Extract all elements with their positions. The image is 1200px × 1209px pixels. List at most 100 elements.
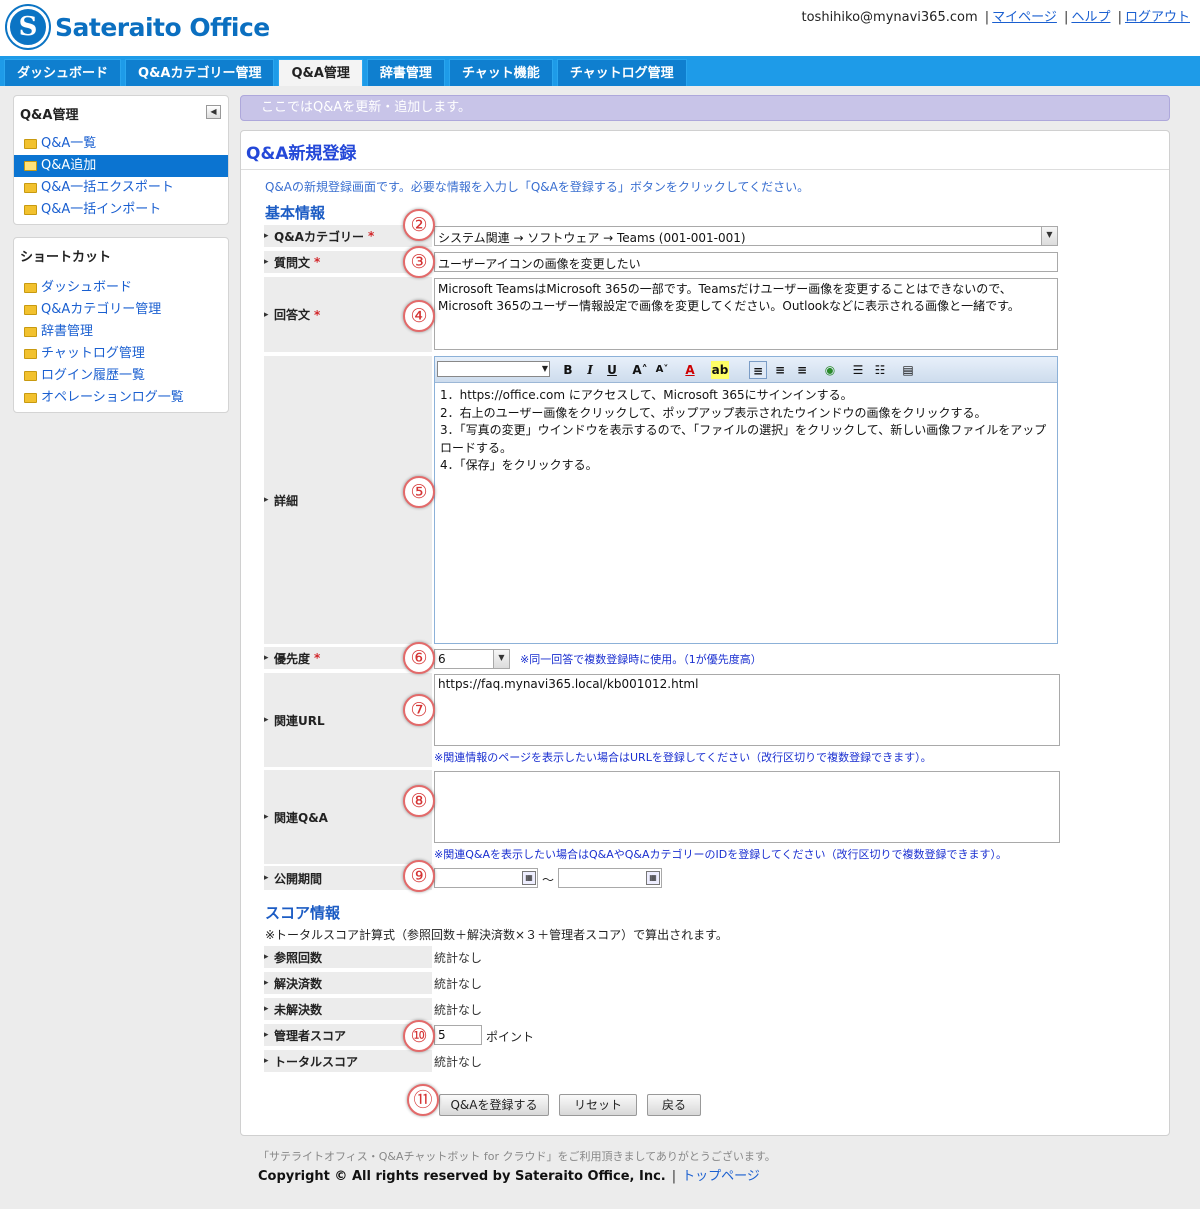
tab-dashboard[interactable]: ダッシュボード bbox=[4, 59, 122, 86]
score-value-views: 統計なし bbox=[434, 951, 483, 965]
submit-qa-button[interactable]: Q&Aを登録する bbox=[439, 1094, 549, 1116]
score-formula: ※トータルスコア計算式（参照回数＋解決済数×３＋管理者スコア）で算出されます。 bbox=[265, 928, 728, 942]
align-center-icon[interactable]: ≡ bbox=[771, 361, 789, 379]
highlight-color-icon[interactable]: ab bbox=[711, 361, 729, 379]
question-input[interactable]: ユーザーアイコンの画像を変更したい bbox=[434, 252, 1058, 272]
folder-icon bbox=[24, 283, 37, 293]
score-value-resolved: 統計なし bbox=[434, 977, 483, 991]
total-score-value: 統計なし bbox=[434, 1055, 483, 1069]
html-source-icon[interactable]: ▤ bbox=[899, 361, 917, 379]
shortcut-dictionary[interactable]: 辞書管理 bbox=[14, 321, 228, 343]
period-separator: ～ bbox=[542, 873, 555, 887]
calendar-icon[interactable]: ▦ bbox=[646, 871, 660, 885]
folder-icon bbox=[24, 305, 37, 315]
italic-icon[interactable]: I bbox=[581, 361, 599, 379]
footer-note: 「サテライトオフィス・Q&Aチャットボット for クラウド」をご利用頂きまして… bbox=[258, 1150, 776, 1163]
tab-qa-management[interactable]: Q&A管理 bbox=[278, 59, 363, 86]
logout-link[interactable]: ログアウト bbox=[1125, 10, 1190, 25]
logo-icon: S bbox=[7, 6, 49, 48]
shortcut-dashboard[interactable]: ダッシュボード bbox=[14, 277, 228, 299]
admin-score-input[interactable]: 5 bbox=[434, 1025, 482, 1045]
user-links: toshihiko@mynavi365.com | マイページ | ヘルプ | ログア… bbox=[801, 10, 1191, 25]
annotation-marker-6: ⑥ bbox=[403, 642, 435, 674]
font-size-up-icon[interactable]: A˄ bbox=[631, 361, 649, 379]
score-label-views: 参照回数 bbox=[264, 946, 432, 968]
help-link[interactable]: ヘルプ bbox=[1071, 10, 1110, 25]
main-nav: ダッシュボード Q&Aカテゴリー管理 Q&A管理 辞書管理 チャット機能 チャッ… bbox=[0, 56, 1200, 86]
priority-note: ※同一回答で複数登録時に使用。（1が優先度高） bbox=[520, 653, 762, 666]
related-url-textarea[interactable]: https://faq.mynavi365.local/kb001012.htm… bbox=[434, 674, 1060, 746]
underline-icon[interactable]: U bbox=[603, 361, 621, 379]
editor-content[interactable]: 1．https://office.com にアクセスして、Microsoft 3… bbox=[435, 383, 1057, 479]
ordered-list-icon[interactable]: ☰ bbox=[849, 361, 867, 379]
score-section-title: スコア情報 bbox=[265, 904, 341, 922]
info-message: ここではQ&Aを更新・追加します。 bbox=[240, 95, 1170, 121]
score-label-unresolved: 未解決数 bbox=[264, 998, 432, 1020]
top-page-link[interactable]: トップページ bbox=[682, 1169, 760, 1184]
score-label-resolved: 解決済数 bbox=[264, 972, 432, 994]
font-size-down-icon[interactable]: A˅ bbox=[653, 361, 671, 379]
folder-icon bbox=[24, 183, 37, 193]
answer-textarea[interactable]: Microsoft TeamsはMicrosoft 365の一部です。Teams… bbox=[434, 278, 1058, 350]
user-email: toshihiko@mynavi365.com bbox=[801, 10, 978, 25]
tab-dictionary[interactable]: 辞書管理 bbox=[366, 59, 445, 86]
shortcut-operation-log[interactable]: オペレーションログ一覧 bbox=[14, 387, 228, 409]
tab-qa-category[interactable]: Q&Aカテゴリー管理 bbox=[125, 59, 275, 86]
chevron-down-icon: ▼ bbox=[1041, 227, 1057, 245]
page-title: Q&A新規登録 bbox=[246, 144, 357, 164]
mypage-link[interactable]: マイページ bbox=[992, 10, 1057, 25]
detail-rich-editor[interactable]: ▼ B I U A˄ A˅ A ab ≡ ≡ ≡ ◉ ☰ ☷ ▤ 1．https… bbox=[434, 356, 1058, 644]
bold-icon[interactable]: B bbox=[559, 361, 577, 379]
shortcut-qa-category[interactable]: Q&Aカテゴリー管理 bbox=[14, 299, 228, 321]
align-right-icon[interactable]: ≡ bbox=[793, 361, 811, 379]
related-url-note: ※関連情報のページを表示したい場合はURLを登録してください（改行区切りで複数登… bbox=[434, 751, 932, 764]
shortcut-title: ショートカット bbox=[20, 250, 112, 265]
sidebar-item-qa-export[interactable]: Q&A一括エクスポート bbox=[14, 177, 228, 199]
folder-open-icon bbox=[24, 161, 37, 171]
copyright: Copyright © All rights reserved by Sater… bbox=[258, 1169, 760, 1184]
annotation-marker-4: ④ bbox=[403, 300, 435, 332]
admin-score-unit: ポイント bbox=[486, 1030, 535, 1044]
category-select[interactable]: システム関連 → ソフトウェア → Teams (001-001-001) ▼ bbox=[434, 226, 1058, 246]
annotation-marker-2: ② bbox=[403, 209, 435, 241]
chevron-down-icon: ▼ bbox=[541, 364, 548, 373]
folder-icon bbox=[24, 139, 37, 149]
folder-icon bbox=[24, 327, 37, 337]
font-color-icon[interactable]: A bbox=[681, 361, 699, 379]
annotation-marker-7: ⑦ bbox=[403, 694, 435, 726]
sidebar-item-qa-import[interactable]: Q&A一括インポート bbox=[14, 199, 228, 221]
annotation-marker-10: ⑩ bbox=[403, 1020, 435, 1052]
logo[interactable]: S Sateraito Office bbox=[7, 6, 270, 48]
shortcut-box: ショートカット ダッシュボード Q&Aカテゴリー管理 辞書管理 チャットログ管理… bbox=[13, 237, 229, 413]
folder-icon bbox=[24, 393, 37, 403]
page-description: Q&Aの新規登録画面です。必要な情報を入力し「Q&Aを登録する」ボタンをクリック… bbox=[265, 180, 810, 194]
insert-link-icon[interactable]: ◉ bbox=[821, 361, 839, 379]
annotation-marker-5: ⑤ bbox=[403, 476, 435, 508]
related-qa-textarea[interactable] bbox=[434, 771, 1060, 843]
tab-chatlog[interactable]: チャットログ管理 bbox=[556, 59, 687, 86]
editor-toolbar: ▼ B I U A˄ A˅ A ab ≡ ≡ ≡ ◉ ☰ ☷ ▤ bbox=[435, 357, 1057, 383]
shortcut-chatlog[interactable]: チャットログ管理 bbox=[14, 343, 228, 365]
annotation-marker-11: ⑪ bbox=[407, 1084, 439, 1116]
sidebar-item-qa-list[interactable]: Q&A一覧 bbox=[14, 133, 228, 155]
folder-icon bbox=[24, 371, 37, 381]
annotation-marker-8: ⑧ bbox=[403, 785, 435, 817]
header: S Sateraito Office toshihiko@mynavi365.c… bbox=[0, 0, 1200, 56]
qa-menu-title: Q&A管理 bbox=[20, 108, 79, 123]
shortcut-login-history[interactable]: ログイン履歴一覧 bbox=[14, 365, 228, 387]
back-button[interactable]: 戻る bbox=[647, 1094, 701, 1116]
reset-button[interactable]: リセット bbox=[559, 1094, 637, 1116]
qa-form-panel: Q&A新規登録 Q&Aの新規登録画面です。必要な情報を入力し「Q&Aを登録する」… bbox=[240, 130, 1170, 1136]
collapse-sidebar-button[interactable]: ◀ bbox=[206, 105, 221, 119]
basic-section-title: 基本情報 bbox=[265, 204, 326, 222]
annotation-marker-9: ⑨ bbox=[403, 860, 435, 892]
align-left-icon[interactable]: ≡ bbox=[749, 361, 767, 379]
unordered-list-icon[interactable]: ☷ bbox=[871, 361, 889, 379]
chevron-down-icon: ▼ bbox=[493, 650, 509, 668]
calendar-icon[interactable]: ▦ bbox=[522, 871, 536, 885]
font-select[interactable]: ▼ bbox=[437, 361, 550, 377]
related-qa-note: ※関連Q&Aを表示したい場合はQ&AやQ&AカテゴリーのIDを登録してください（… bbox=[434, 848, 1008, 861]
sidebar-item-qa-add[interactable]: Q&A追加 bbox=[14, 155, 228, 177]
tab-chat[interactable]: チャット機能 bbox=[448, 59, 553, 86]
priority-select[interactable]: 6 ▼ bbox=[434, 649, 510, 669]
